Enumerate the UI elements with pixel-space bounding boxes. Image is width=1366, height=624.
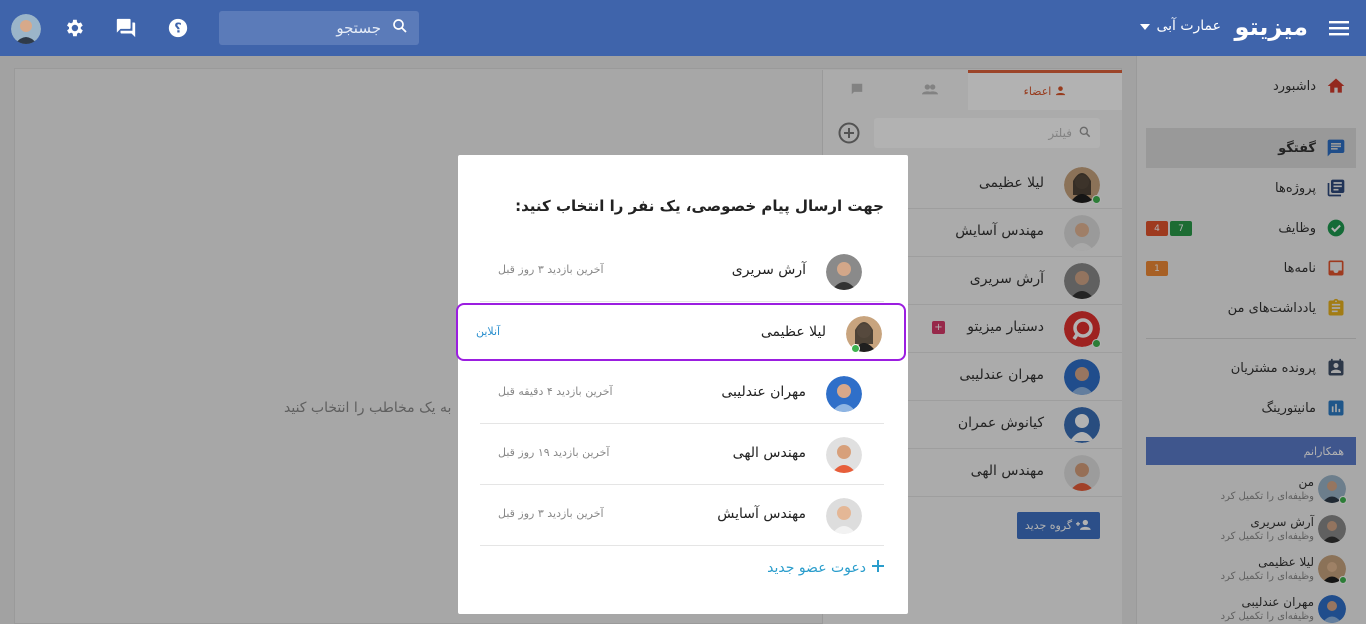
menu-icon[interactable] [1324, 12, 1356, 44]
person-row-selected[interactable]: لیلا عظیمی آنلاین [456, 303, 906, 361]
avatar [826, 498, 862, 534]
person-name: آرش سریری [731, 262, 806, 278]
company-name: عمارت آبی [1156, 18, 1221, 34]
avatar [826, 376, 862, 412]
search-icon [391, 17, 409, 39]
person-name: مهندس الهی [732, 445, 806, 461]
last-seen: آخرین بازدید ۳ روز قبل [498, 507, 604, 520]
dialog-title: جهت ارسال پیام خصوصی، یک نفر را انتخاب ک… [515, 197, 884, 215]
invite-member-button[interactable]: دعوت عضو جدید [767, 560, 884, 576]
last-seen: آخرین بازدید ۱۹ روز قبل [498, 446, 610, 459]
help-icon[interactable]: ؟ [162, 12, 194, 44]
invite-label: دعوت عضو جدید [767, 560, 866, 576]
private-message-dialog: جهت ارسال پیام خصوصی، یک نفر را انتخاب ک… [456, 155, 908, 614]
person-row[interactable]: مهندس الهی آخرین بازدید ۱۹ روز قبل [480, 424, 884, 485]
last-seen: آخرین بازدید ۴ دقیقه قبل [498, 385, 613, 398]
plus-icon [872, 560, 884, 576]
person-row[interactable]: مهندس آسایش آخرین بازدید ۳ روز قبل [480, 485, 884, 546]
search-input[interactable]: جستجو [219, 11, 419, 45]
user-avatar[interactable] [11, 14, 41, 44]
svg-text:؟: ؟ [174, 22, 181, 37]
company-selector[interactable]: عمارت آبی [1140, 18, 1221, 34]
last-seen: آخرین بازدید ۳ روز قبل [498, 263, 604, 276]
person-row[interactable]: مهران عندلیبی آخرین بازدید ۴ دقیقه قبل [480, 363, 884, 424]
person-name: لیلا عظیمی [760, 324, 826, 340]
messages-icon[interactable] [110, 12, 142, 44]
search-placeholder: جستجو [336, 19, 381, 37]
person-name: مهندس آسایش [717, 506, 806, 522]
avatar [826, 254, 862, 290]
gear-icon[interactable] [58, 12, 90, 44]
top-bar: ؟ جستجو عمارت آبی میزیتو [0, 0, 1366, 56]
chevron-down-icon [1140, 18, 1151, 34]
person-row[interactable]: آرش سریری آخرین بازدید ۳ روز قبل [480, 241, 884, 302]
online-indicator [851, 344, 860, 353]
online-status: آنلاین [476, 325, 501, 338]
brand-logo: میزیتو [1234, 13, 1308, 41]
person-name: مهران عندلیبی [721, 384, 806, 400]
avatar [826, 437, 862, 473]
